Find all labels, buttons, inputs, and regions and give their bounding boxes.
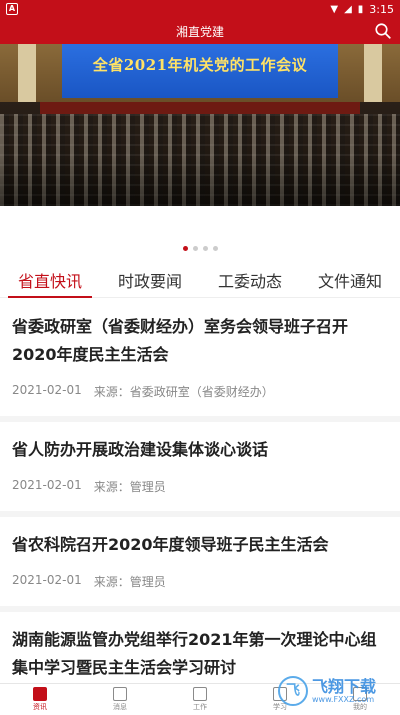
article-source: 来源：管理员 [93,575,166,589]
banner-stage [40,102,360,114]
article-list: 省委政研室（省委财经办）室务会领导班子召开2020年度民主生活会 2021-02… [0,299,400,679]
carousel-dot[interactable] [212,246,218,251]
banner-shade [0,156,400,206]
article-source: 来源：省委政研室（省委财经办） [93,385,274,399]
app-notification-icon: A [6,3,18,15]
article-meta: 2021-02-01 来源：省委政研室（省委财经办） [12,369,388,416]
list-item[interactable]: 省委政研室（省委财经办）室务会领导班子召开2020年度民主生活会 2021-02… [0,299,400,422]
banner-carousel[interactable]: 全省2021年机关党的工作会议 [0,44,400,206]
page-title: 湘直党建 [175,24,224,39]
tab-document-notices[interactable]: 文件通知 [300,262,400,297]
list-item[interactable]: 湖南能源监管办党组举行2021年第一次理论中心组集中学习暨民主生活会学习研讨 [0,612,400,679]
carousel-dot[interactable] [202,246,208,251]
battery-icon: ▮ [357,3,364,15]
article-meta: 2021-02-01 来源：管理员 [12,559,388,606]
search-icon[interactable] [374,22,392,40]
work-icon [193,687,207,701]
tab-committee-updates[interactable]: 工委动态 [200,262,300,297]
carousel-indicator [0,246,400,251]
watermark: 飞 飞翔下载 www.FXXZ.com [278,672,396,710]
nav-messages[interactable]: 消息 [80,684,160,715]
article-title: 省农科院召开2020年度领导班子民主生活会 [12,535,329,554]
article-date: 2021-02-01 [12,383,82,397]
list-item[interactable]: 省人防办开展政治建设集体谈心谈话 2021-02-01 来源：管理员 [0,422,400,517]
article-date: 2021-02-01 [12,478,82,492]
article-title: 省人防办开展政治建设集体谈心谈话 [12,440,269,459]
carousel-dot[interactable] [192,246,198,251]
article-date: 2021-02-01 [12,573,82,587]
tab-current-affairs[interactable]: 时政要闻 [100,262,200,297]
watermark-logo-icon: 飞 [278,676,308,706]
banner-caption: 全省2021年机关党的工作会议 [92,56,308,74]
article-source: 来源：管理员 [93,480,166,494]
article-meta: 2021-02-01 来源：管理员 [12,464,388,511]
nav-label: 消息 [113,703,127,711]
signal-icon: ◢ [344,3,352,15]
wifi-icon: ▼ [330,3,339,15]
status-bar: A ▼ ◢ ▮ 3:15 [0,0,400,18]
nav-label: 工作 [193,703,207,711]
article-title: 省委政研室（省委财经办）室务会领导班子召开2020年度民主生活会 [12,317,349,364]
watermark-text: 飞翔下载 [312,676,377,696]
nav-label: 资讯 [33,703,47,711]
tab-provincial-news[interactable]: 省直快讯 [0,262,100,298]
watermark-url: www.FXXZ.com [312,694,375,704]
category-tabs: 省直快讯 时政要闻 工委动态 文件通知 [0,262,400,298]
nav-news[interactable]: 资讯 [0,684,80,715]
news-icon [33,687,47,701]
banner-pillar [18,44,36,102]
carousel-dot[interactable] [182,246,188,251]
nav-work[interactable]: 工作 [160,684,240,715]
message-icon [113,687,127,701]
list-item[interactable]: 省农科院召开2020年度领导班子民主生活会 2021-02-01 来源：管理员 [0,517,400,612]
app-bar: 湘直党建 [0,18,400,44]
status-time: 3:15 [369,2,394,16]
banner-pillar [364,44,382,102]
